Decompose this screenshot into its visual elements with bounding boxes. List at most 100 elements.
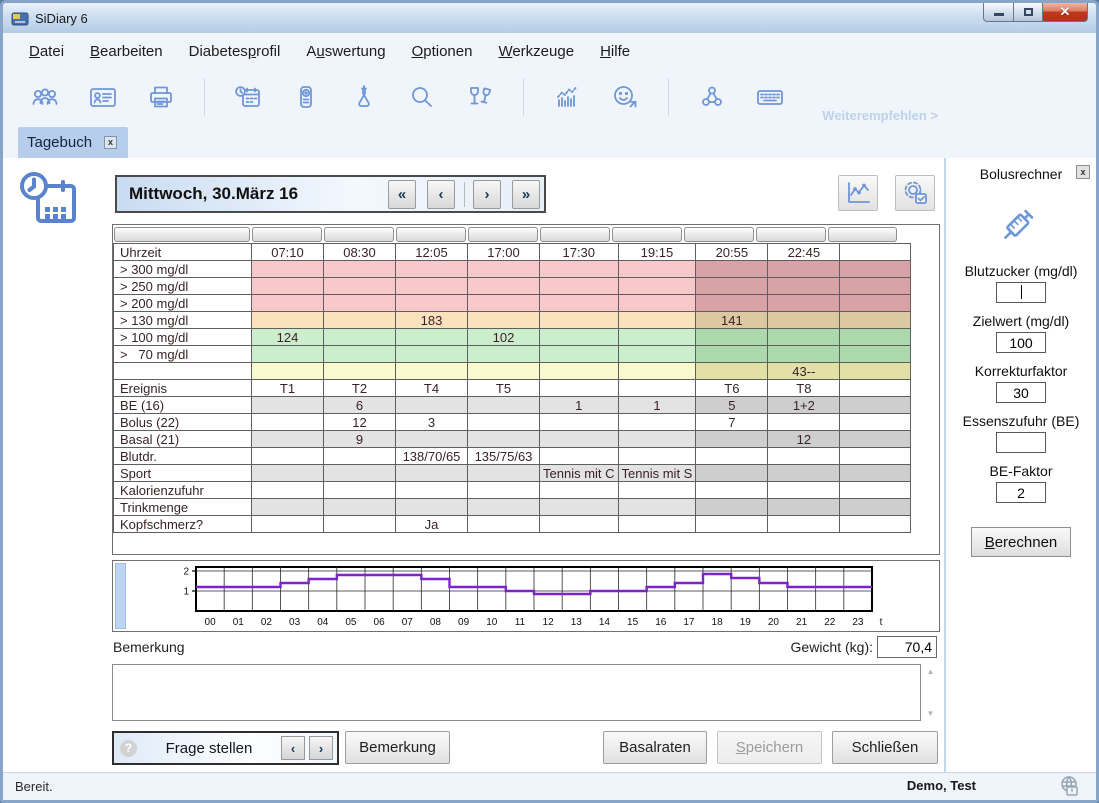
diary-glucose-cell[interactable] (618, 346, 696, 363)
diary-entry-cell[interactable]: 12 (768, 431, 840, 448)
diary-entry-cell[interactable] (696, 516, 768, 533)
tab-tagebuch[interactable]: Tagebuch x (18, 127, 128, 158)
diary-glucose-cell[interactable] (696, 363, 768, 380)
diary-entry-cell[interactable] (540, 516, 619, 533)
diary-entry-cell[interactable] (468, 516, 540, 533)
zielwert-input[interactable] (996, 332, 1046, 353)
diary-glucose-cell[interactable] (696, 329, 768, 346)
diary-glucose-cell[interactable]: 141 (696, 312, 768, 329)
nav-next-day-button[interactable]: › (473, 180, 501, 209)
diary-entry-cell[interactable] (324, 448, 396, 465)
diary-glucose-cell[interactable] (840, 363, 911, 380)
diary-glucose-cell[interactable] (468, 295, 540, 312)
nav-first-day-button[interactable]: « (388, 180, 416, 209)
diary-entry-cell[interactable] (468, 499, 540, 516)
diary-entry-cell[interactable] (324, 499, 396, 516)
diary-glucose-cell[interactable] (618, 295, 696, 312)
column-header-button[interactable] (114, 227, 250, 242)
diary-entry-cell[interactable] (468, 397, 540, 414)
settings-button[interactable] (895, 175, 935, 211)
diary-glucose-cell[interactable] (696, 261, 768, 278)
close-tab-button[interactable]: Schließen (832, 731, 938, 764)
diary-glucose-cell[interactable] (396, 363, 468, 380)
diary-entry-cell[interactable] (540, 482, 619, 499)
diary-glucose-cell[interactable] (840, 278, 911, 295)
column-header-button[interactable] (252, 227, 322, 242)
diary-entry-cell[interactable] (840, 499, 911, 516)
diary-entry-cell[interactable]: T2 (324, 380, 396, 397)
diary-glucose-cell[interactable] (540, 261, 619, 278)
diary-entry-cell[interactable] (396, 465, 468, 482)
diary-entry-cell[interactable] (468, 414, 540, 431)
column-header-button[interactable] (540, 227, 610, 242)
diary-entry-cell[interactable] (252, 465, 324, 482)
diary-entry-cell[interactable] (696, 448, 768, 465)
diary-entry-cell[interactable] (618, 448, 696, 465)
diary-entry-cell[interactable]: 5 (696, 397, 768, 414)
diary-entry-cell[interactable]: Tennis mit S (618, 465, 696, 482)
diary-glucose-cell[interactable] (768, 261, 840, 278)
diary-glucose-cell[interactable] (840, 295, 911, 312)
remark-button[interactable]: Bemerkung (345, 731, 450, 764)
diary-entry-cell[interactable] (840, 448, 911, 465)
menu-item-werkzeuge[interactable]: Werkzeuge (494, 41, 578, 62)
korrekturfaktor-input[interactable] (996, 382, 1046, 403)
diary-glucose-cell[interactable] (768, 346, 840, 363)
toolbar-button-statistics[interactable] (551, 82, 583, 112)
diary-entry-cell[interactable] (768, 465, 840, 482)
diary-entry-cell[interactable] (540, 431, 619, 448)
diary-glucose-cell[interactable] (540, 278, 619, 295)
diary-glucose-cell[interactable] (696, 278, 768, 295)
toolbar-button-lab[interactable] (348, 82, 380, 112)
diary-glucose-cell[interactable] (540, 346, 619, 363)
tab-close-icon[interactable]: x (104, 136, 117, 149)
diary-entry-cell[interactable] (696, 482, 768, 499)
basal-rates-button[interactable]: Basalraten (603, 731, 707, 764)
diary-glucose-cell[interactable]: 102 (468, 329, 540, 346)
diary-glucose-cell[interactable] (252, 363, 324, 380)
toolbar-button-keyboard[interactable] (754, 82, 786, 112)
diary-time-header[interactable]: 19:15 (618, 244, 696, 261)
diary-glucose-cell[interactable] (696, 346, 768, 363)
diary-time-header[interactable]: 12:05 (396, 244, 468, 261)
diary-entry-cell[interactable] (768, 482, 840, 499)
bolus-close-icon[interactable]: x (1076, 165, 1090, 179)
column-header-button[interactable] (612, 227, 682, 242)
trend-graph-button[interactable] (838, 175, 878, 211)
diary-entry-cell[interactable] (768, 448, 840, 465)
diary-entry-cell[interactable]: 1 (540, 397, 619, 414)
toolbar-button-share[interactable] (696, 82, 728, 112)
ask-prev-button[interactable]: ‹ (281, 736, 305, 760)
diary-glucose-cell[interactable] (396, 346, 468, 363)
diary-glucose-cell[interactable] (252, 312, 324, 329)
nav-prev-day-button[interactable]: ‹ (427, 180, 455, 209)
toolbar-button-meter[interactable] (290, 82, 322, 112)
be-faktor-input[interactable] (996, 482, 1046, 503)
diary-time-header[interactable]: 17:00 (468, 244, 540, 261)
diary-glucose-cell[interactable] (840, 261, 911, 278)
diary-entry-cell[interactable]: T5 (468, 380, 540, 397)
diary-entry-cell[interactable]: T4 (396, 380, 468, 397)
diary-glucose-cell[interactable] (324, 261, 396, 278)
diary-entry-cell[interactable]: T6 (696, 380, 768, 397)
diary-entry-cell[interactable]: Ja (396, 516, 468, 533)
diary-time-header[interactable] (840, 244, 911, 261)
save-button[interactable]: Speichern (717, 731, 822, 764)
column-header-button[interactable] (324, 227, 394, 242)
diary-entry-cell[interactable] (468, 431, 540, 448)
diary-time-header[interactable]: 20:55 (696, 244, 768, 261)
diary-entry-cell[interactable] (618, 380, 696, 397)
column-header-button[interactable] (756, 227, 826, 242)
diary-glucose-cell[interactable] (618, 329, 696, 346)
diary-entry-cell[interactable] (840, 516, 911, 533)
diary-entry-cell[interactable]: 135/75/63 (468, 448, 540, 465)
diary-entry-cell[interactable]: 3 (396, 414, 468, 431)
maximize-button[interactable] (1014, 3, 1042, 22)
diary-glucose-cell[interactable]: 124 (252, 329, 324, 346)
diary-glucose-cell[interactable] (396, 261, 468, 278)
diary-entry-cell[interactable] (618, 482, 696, 499)
diary-glucose-cell[interactable] (840, 346, 911, 363)
diary-entry-cell[interactable] (252, 414, 324, 431)
diary-entry-cell[interactable] (540, 499, 619, 516)
diary-glucose-cell[interactable] (468, 261, 540, 278)
